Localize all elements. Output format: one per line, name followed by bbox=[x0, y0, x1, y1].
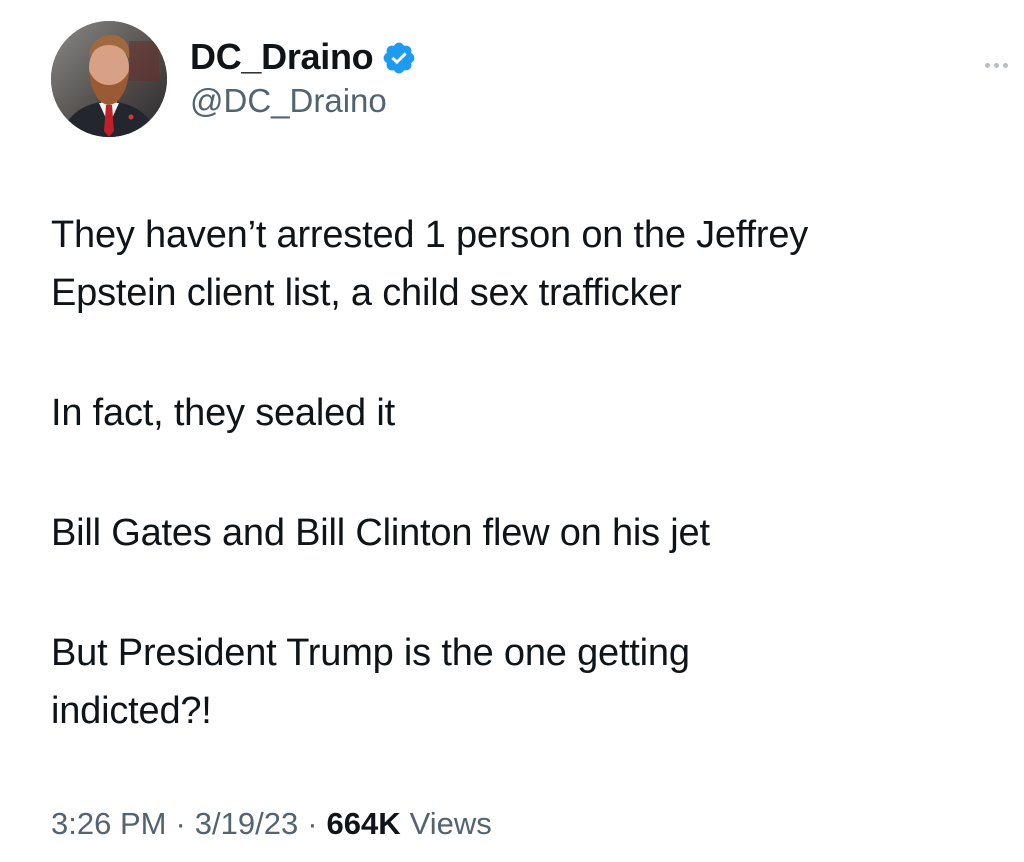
author-name-row: DC_Draino bbox=[190, 34, 417, 80]
tweet-text-line: In fact, they sealed it bbox=[51, 392, 395, 434]
more-horizontal-icon bbox=[1002, 62, 1008, 68]
tweet-date[interactable]: 3/19/23 bbox=[195, 806, 298, 842]
tweet-time[interactable]: 3:26 PM bbox=[51, 806, 166, 842]
verified-badge-icon[interactable] bbox=[381, 40, 417, 76]
more-horizontal-icon bbox=[984, 62, 990, 68]
more-horizontal-icon bbox=[993, 62, 999, 68]
tweet-text-line: indicted?! bbox=[51, 690, 212, 732]
tweet-text: They haven’t arrested 1 person on the Je… bbox=[51, 206, 991, 740]
more-options-button[interactable] bbox=[975, 53, 1017, 77]
tweet-card: DC_Draino @DC_Draino They haven’t arrest… bbox=[0, 0, 1024, 862]
avatar[interactable] bbox=[51, 21, 167, 137]
tweet-text-line: They haven’t arrested 1 person on the Je… bbox=[51, 214, 809, 256]
views-label: Views bbox=[409, 806, 492, 841]
tweet-text-line: Epstein client list, a child sex traffic… bbox=[51, 272, 682, 314]
separator-dot: · bbox=[307, 806, 318, 841]
views-count: 664K bbox=[326, 806, 401, 841]
display-name[interactable]: DC_Draino bbox=[190, 36, 374, 78]
avatar-photo bbox=[51, 21, 167, 137]
tweet-text-line: Bill Gates and Bill Clinton flew on his … bbox=[51, 512, 710, 554]
author-handle[interactable]: @DC_Draino bbox=[190, 82, 387, 120]
tweet-meta: 3:26 PM · 3/19/23 · 664K Views bbox=[51, 806, 492, 842]
tweet-text-line: But President Trump is the one getting bbox=[51, 632, 690, 674]
separator-dot: · bbox=[175, 806, 186, 841]
